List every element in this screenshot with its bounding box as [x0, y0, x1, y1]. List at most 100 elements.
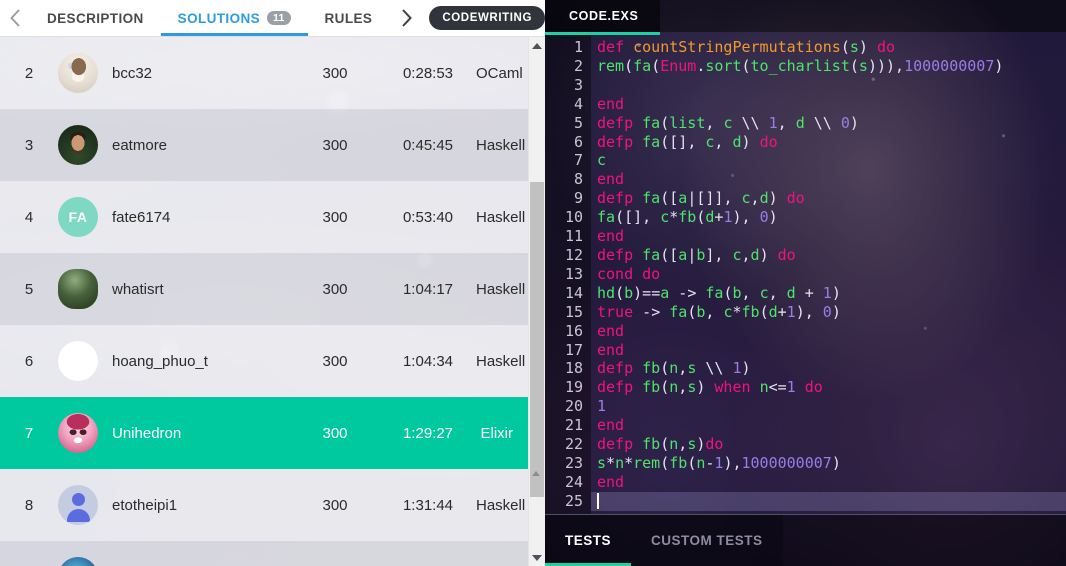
row-username[interactable]: bcc32: [112, 65, 152, 82]
code-text[interactable]: def countStringPermutations(s) do rem(fa(…: [591, 32, 1066, 514]
code-line[interactable]: cond do: [591, 265, 1066, 284]
table-row[interactable]: 6 hoang_phuo_t 300 1:04:34 Haskell: [0, 325, 528, 397]
line-number: 19: [564, 378, 583, 397]
code-line[interactable]: rem(fa(Enum.sort(to_charlist(s))),100000…: [591, 57, 1066, 76]
line-number: 2: [573, 56, 583, 75]
row-username[interactable]: eatmore: [112, 137, 167, 154]
avatar[interactable]: [58, 413, 98, 453]
line-number: 21: [564, 416, 583, 435]
tests-tabbar: TESTS CUSTOM TESTS: [545, 514, 1066, 566]
avatar[interactable]: [58, 485, 98, 525]
avatar-person-body-icon: [66, 508, 90, 522]
code-line[interactable]: end: [591, 322, 1066, 341]
solutions-leaderboard: 2 bcc32 300 0:28:53 OCaml 3 eatmore 300 0:45:45 H…: [0, 37, 545, 566]
row-username[interactable]: etotheipi1: [112, 497, 177, 514]
row-rank: 5: [24, 280, 34, 298]
tab-custom-tests-label: CUSTOM TESTS: [651, 533, 763, 548]
row-rank: 8: [24, 496, 34, 514]
code-line[interactable]: defp fb(n,s)do: [591, 435, 1066, 454]
row-score: 300: [322, 352, 348, 370]
scroll-down-arrow-icon[interactable]: [529, 549, 545, 566]
kata-tabbar: DESCRIPTION SOLUTIONS 11 RULES RE CODEWR…: [0, 0, 545, 37]
row-user: FA fate6174: [58, 197, 290, 237]
row-username[interactable]: hoang_phuo_t: [112, 353, 208, 370]
line-number-gutter: 1 2 3 4 5 6 7 8 9 10 11 12 13 14 15 16 17 18 19 20 21 22 23 24 2…: [545, 32, 591, 514]
avatar[interactable]: [58, 269, 98, 309]
leaderboard-rows: 2 bcc32 300 0:28:53 OCaml 3 eatmore 300 0:45:45 H…: [0, 37, 528, 566]
table-row[interactable]: 4 FA fate6174 300 0:53:40 Haskell: [0, 181, 528, 253]
row-user: [58, 557, 290, 566]
row-rank: 4: [24, 208, 34, 226]
avatar[interactable]: [58, 125, 98, 165]
line-number: 14: [564, 283, 583, 302]
tests-tabbar-filler: [782, 515, 1066, 566]
avatar[interactable]: [58, 557, 98, 566]
line-number: 5: [573, 113, 583, 132]
back-chevron-icon[interactable]: [0, 0, 30, 36]
code-line[interactable]: s*n*rem(fb(n-1),1000000007): [591, 454, 1066, 473]
scrollbar-thumb[interactable]: [530, 182, 544, 497]
line-number: 8: [573, 170, 583, 189]
table-row[interactable]: 2 bcc32 300 0:28:53 OCaml: [0, 37, 528, 109]
line-number: 9: [573, 189, 583, 208]
row-user: bcc32: [58, 53, 290, 93]
code-line[interactable]: end: [591, 341, 1066, 360]
code-line[interactable]: def countStringPermutations(s) do: [591, 38, 1066, 57]
line-number: 20: [564, 397, 583, 416]
avatar[interactable]: FA: [58, 197, 98, 237]
row-username[interactable]: whatisrt: [112, 281, 164, 298]
line-number: 4: [573, 94, 583, 113]
tab-code-file[interactable]: CODE.EXS: [545, 0, 661, 35]
code-line[interactable]: end: [591, 170, 1066, 189]
row-score: 300: [322, 280, 348, 298]
code-editor-panel: CODE.EXS 1 2 3 4 5 6 7 8 9 10 11 12 13 14 15 16 17 18 19 20…: [545, 0, 1066, 566]
line-number: 18: [564, 359, 583, 378]
code-line[interactable]: defp fa([a|[]], c,d) do: [591, 189, 1066, 208]
row-username[interactable]: fate6174: [112, 209, 170, 226]
tab-custom-tests[interactable]: CUSTOM TESTS: [631, 515, 783, 566]
row-rank: 3: [24, 136, 34, 154]
line-number: 25: [564, 491, 583, 510]
line-number: 17: [564, 340, 583, 359]
code-line[interactable]: defp fa([a|b], c,d) do: [591, 246, 1066, 265]
leaderboard-scrollbar[interactable]: [528, 37, 545, 566]
table-row[interactable]: 7 Unihedron 300 1:29:27 Elixir: [0, 397, 528, 469]
code-line[interactable]: defp fb(n,s) when n<=1 do: [591, 378, 1066, 397]
table-row[interactable]: 5 whatisrt 300 1:04:17 Haskell: [0, 253, 528, 325]
code-line[interactable]: end: [591, 227, 1066, 246]
tab-tests[interactable]: TESTS: [545, 515, 632, 566]
row-time: 0:28:53: [402, 64, 454, 82]
code-line[interactable]: end: [591, 95, 1066, 114]
solutions-panel: DESCRIPTION SOLUTIONS 11 RULES RE CODEWR…: [0, 0, 545, 566]
code-line[interactable]: defp fb(n,s \\ 1): [591, 359, 1066, 378]
editor-tabbar: CODE.EXS: [545, 0, 1066, 35]
row-time: 1:31:44: [402, 496, 454, 514]
tab-description[interactable]: DESCRIPTION: [30, 0, 161, 36]
tabs-overflow-chevron-icon[interactable]: [401, 0, 422, 36]
row-time: 1:29:27: [402, 424, 454, 442]
table-row[interactable]: 8 etotheipi1 300 1:31:44 Haskell: [0, 469, 528, 541]
code-line[interactable]: hd(b)==a -> fa(b, c, d + 1): [591, 284, 1066, 303]
row-score: 300: [322, 136, 348, 154]
avatar[interactable]: [58, 53, 98, 93]
tab-rules[interactable]: RULES: [308, 0, 390, 36]
code-line[interactable]: [591, 491, 1066, 511]
code-line[interactable]: 1: [591, 397, 1066, 416]
table-row[interactable]: [0, 541, 528, 566]
table-row[interactable]: 3 eatmore 300 0:45:45 Haskell: [0, 109, 528, 181]
avatar[interactable]: [58, 341, 98, 381]
code-line[interactable]: fa([], c*fb(d+1), 0): [591, 208, 1066, 227]
code-line[interactable]: end: [591, 473, 1066, 492]
code-line[interactable]: defp fa([], c, d) do: [591, 133, 1066, 152]
code-line[interactable]: end: [591, 416, 1066, 435]
code-line[interactable]: [591, 76, 1066, 95]
solutions-count-badge: 11: [267, 10, 291, 26]
code-area[interactable]: 1 2 3 4 5 6 7 8 9 10 11 12 13 14 15 16 17 18 19 20 21 22 23 24 2…: [545, 32, 1066, 514]
tab-solutions[interactable]: SOLUTIONS 11: [160, 0, 308, 36]
line-number: 12: [564, 245, 583, 264]
code-line[interactable]: defp fa(list, c \\ 1, d \\ 0): [591, 114, 1066, 133]
scroll-up-arrow-icon[interactable]: [529, 37, 545, 54]
row-username[interactable]: Unihedron: [112, 425, 181, 442]
code-line[interactable]: c: [591, 151, 1066, 170]
code-line[interactable]: true -> fa(b, c*fb(d+1), 0): [591, 303, 1066, 322]
